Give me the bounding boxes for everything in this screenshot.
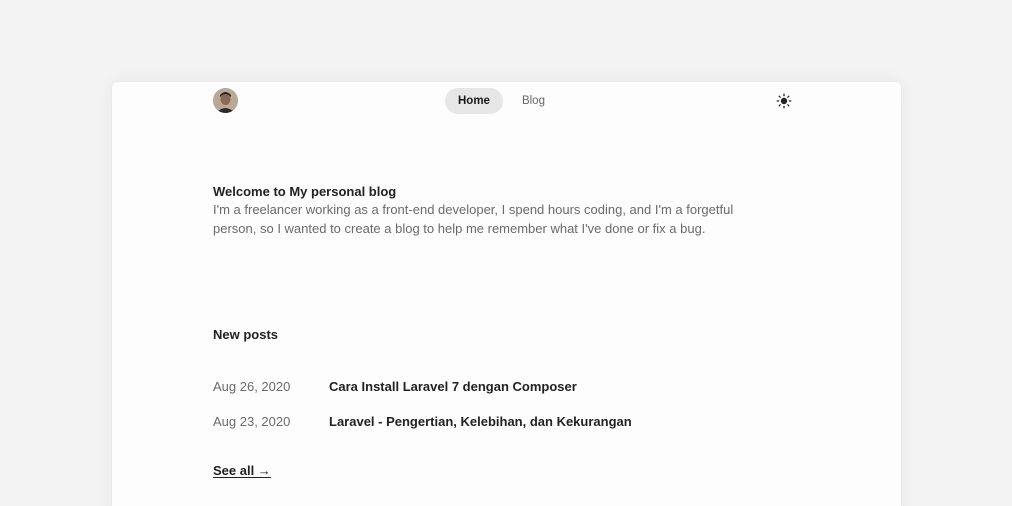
- list-item[interactable]: Aug 26, 2020 Cara Install Laravel 7 deng…: [213, 377, 773, 395]
- avatar-photo-icon: [213, 88, 238, 113]
- list-item[interactable]: Aug 23, 2020 Laravel - Pengertian, Keleb…: [213, 412, 773, 430]
- post-date: Aug 26, 2020: [213, 378, 291, 394]
- post-date: Aug 23, 2020: [213, 413, 291, 429]
- theme-toggle-button[interactable]: [776, 93, 792, 109]
- new-posts-title: New posts: [213, 327, 279, 342]
- post-title-link[interactable]: Cara Install Laravel 7 dengan Composer: [329, 379, 577, 394]
- post-title-link[interactable]: Laravel - Pengertian, Kelebihan, dan Kek…: [329, 414, 632, 429]
- see-all-link[interactable]: See all →: [213, 463, 271, 478]
- main-nav: Home Blog: [445, 88, 558, 114]
- sun-icon: [776, 93, 792, 109]
- intro-title: Welcome to My personal blog: [213, 184, 397, 199]
- nav-item-blog[interactable]: Blog: [509, 88, 558, 114]
- post-list: Aug 26, 2020 Cara Install Laravel 7 deng…: [213, 377, 773, 447]
- nav-item-home[interactable]: Home: [445, 88, 503, 114]
- main-card: Home Blog Welcome to My personal blog I'…: [112, 82, 901, 506]
- avatar[interactable]: [213, 88, 238, 113]
- intro-section: Welcome to My personal blog I'm a freela…: [213, 183, 773, 238]
- intro-text: I'm a freelancer working as a front-end …: [213, 202, 734, 236]
